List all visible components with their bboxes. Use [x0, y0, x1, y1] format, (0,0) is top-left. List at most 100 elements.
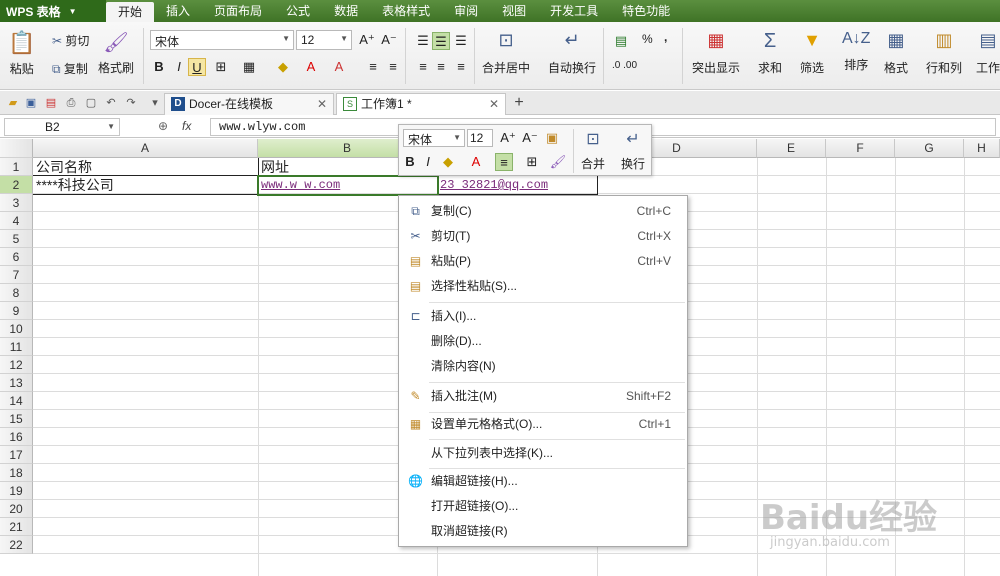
- mini-wrap-button[interactable]: ↵ 换行: [621, 129, 645, 172]
- menu-item-insert[interactable]: ⊏ 插入(I)...: [399, 304, 687, 329]
- format-icon[interactable]: ▣: [543, 129, 561, 147]
- mini-merge-button[interactable]: ⊡ 合并: [581, 129, 605, 172]
- row-header[interactable]: 14: [0, 392, 33, 410]
- row-header[interactable]: 11: [0, 338, 33, 356]
- row-header[interactable]: 3: [0, 194, 33, 212]
- menu-item-open-hyperlink[interactable]: 打开超链接(O)...: [399, 494, 687, 519]
- font-name-select[interactable]: 宋体 ▼: [150, 30, 294, 50]
- close-icon[interactable]: ✕: [317, 94, 327, 114]
- menu-tab-special[interactable]: 特色功能: [610, 0, 682, 22]
- format-button[interactable]: ▦ 格式: [884, 30, 908, 76]
- format-painter-button[interactable]: 🖌 格式刷: [98, 30, 134, 76]
- menu-item-insert-comment[interactable]: ✎ 插入批注(M) Shift+F2: [399, 384, 687, 409]
- undo-icon[interactable]: ↶: [104, 96, 118, 110]
- cell-style-icon[interactable]: ▦: [240, 58, 258, 76]
- align-left-icon[interactable]: ≡: [414, 58, 432, 76]
- menu-tab-table-style[interactable]: 表格样式: [370, 0, 442, 22]
- filter-button[interactable]: ▼ 筛选: [800, 30, 824, 76]
- grow-font-icon[interactable]: A⁺: [358, 31, 376, 49]
- new-tab-icon[interactable]: +: [512, 95, 526, 111]
- row-header[interactable]: 20: [0, 500, 33, 518]
- row-header[interactable]: 1: [0, 158, 33, 176]
- row-header[interactable]: 2: [0, 176, 33, 194]
- grow-font-icon[interactable]: A⁺: [499, 129, 517, 147]
- redo-icon[interactable]: ↷: [124, 96, 138, 110]
- menu-item-pick-from-list[interactable]: 从下拉列表中选择(K)...: [399, 441, 687, 466]
- app-menu-button[interactable]: WPS 表格 ▼: [0, 0, 106, 22]
- row-header[interactable]: 15: [0, 410, 33, 428]
- cell-a1[interactable]: 公司名称: [34, 158, 258, 176]
- row-header[interactable]: 5: [0, 230, 33, 248]
- fx-button[interactable]: fx: [182, 119, 191, 133]
- font-color-icon[interactable]: A: [467, 153, 485, 171]
- font-size-select[interactable]: 12 ▼: [296, 30, 352, 50]
- save-icon[interactable]: ▣: [24, 96, 38, 110]
- align-bottom-icon[interactable]: ☰: [452, 32, 470, 50]
- row-header[interactable]: 12: [0, 356, 33, 374]
- row-header[interactable]: 21: [0, 518, 33, 536]
- shrink-font-icon[interactable]: A⁻: [521, 129, 539, 147]
- comma-button[interactable]: ,: [664, 30, 667, 44]
- increase-decimal-icon[interactable]: .0 .00: [612, 60, 637, 71]
- wrap-text-button[interactable]: ↵ 自动换行: [548, 30, 596, 76]
- number-format-icon[interactable]: ▤: [612, 32, 630, 50]
- menu-item-clear-contents[interactable]: 清除内容(N): [399, 354, 687, 379]
- bold-button[interactable]: B: [150, 58, 168, 76]
- align-top-icon[interactable]: ☰: [414, 32, 432, 50]
- italic-button[interactable]: I: [170, 58, 188, 76]
- align-middle-icon[interactable]: ☰: [432, 32, 450, 50]
- menu-tab-view[interactable]: 视图: [490, 0, 538, 22]
- italic-button[interactable]: I: [419, 153, 437, 171]
- menu-item-edit-hyperlink[interactable]: 🌐 编辑超链接(H)...: [399, 469, 687, 494]
- menu-tab-formulas[interactable]: 公式: [274, 0, 322, 22]
- conditional-format-button[interactable]: ▦ 突出显示: [692, 30, 740, 76]
- menu-tab-developer[interactable]: 开发工具: [538, 0, 610, 22]
- sum-button[interactable]: Σ 求和: [758, 30, 782, 76]
- shrink-font-icon[interactable]: A⁻: [380, 31, 398, 49]
- chevron-down-icon[interactable]: ▾: [148, 96, 162, 110]
- brush-icon[interactable]: 🖌: [549, 153, 567, 171]
- row-header[interactable]: 13: [0, 374, 33, 392]
- menu-item-copy[interactable]: ⧉ 复制(C) Ctrl+C: [399, 199, 687, 224]
- percent-button[interactable]: %: [642, 32, 653, 46]
- mini-font-size-select[interactable]: 12: [467, 129, 493, 147]
- border-icon[interactable]: ⊞: [523, 153, 541, 171]
- column-header[interactable]: E: [757, 139, 826, 158]
- copy-button[interactable]: ⧉ 复制: [52, 60, 88, 77]
- column-header[interactable]: H: [964, 139, 1000, 158]
- tab-workbook[interactable]: S 工作簿1 * ✕: [336, 93, 506, 115]
- print-preview-icon[interactable]: ▢: [84, 96, 98, 110]
- menu-item-paste-special[interactable]: ▤ 选择性粘贴(S)...: [399, 274, 687, 299]
- row-header[interactable]: 22: [0, 536, 33, 554]
- font-color-icon[interactable]: A: [302, 58, 320, 76]
- merge-center-button[interactable]: ⊡ 合并居中: [482, 30, 530, 76]
- menu-tab-page-layout[interactable]: 页面布局: [202, 0, 274, 22]
- underline-button[interactable]: U: [188, 58, 206, 76]
- print-icon[interactable]: ⎙: [64, 96, 78, 110]
- row-header[interactable]: 18: [0, 464, 33, 482]
- row-header[interactable]: 8: [0, 284, 33, 302]
- cell-c2[interactable]: 23 32821@qq.com: [438, 176, 598, 194]
- close-icon[interactable]: ✕: [489, 94, 499, 114]
- border-icon[interactable]: ⊞: [212, 58, 230, 76]
- menu-tab-insert[interactable]: 插入: [154, 0, 202, 22]
- worksheet-button[interactable]: ▤ 工作: [976, 30, 1000, 76]
- bold-button[interactable]: B: [401, 153, 419, 171]
- menu-tab-review[interactable]: 审阅: [442, 0, 490, 22]
- open-folder-icon[interactable]: ▰: [6, 96, 20, 110]
- row-header[interactable]: 16: [0, 428, 33, 446]
- menu-item-delete[interactable]: 删除(D)...: [399, 329, 687, 354]
- fill-color-icon[interactable]: ◆: [439, 153, 457, 171]
- cell-a2[interactable]: ****科技公司: [34, 176, 258, 194]
- column-header[interactable]: A: [33, 139, 258, 158]
- fill-color-icon[interactable]: ◆: [274, 58, 292, 76]
- name-box[interactable]: B2 ▼: [4, 118, 120, 136]
- export-pdf-icon[interactable]: ▤: [44, 96, 58, 110]
- row-header[interactable]: 19: [0, 482, 33, 500]
- row-header[interactable]: 7: [0, 266, 33, 284]
- align-right-icon[interactable]: ≡: [452, 58, 470, 76]
- outdent-icon[interactable]: ≡: [384, 58, 402, 76]
- column-header[interactable]: F: [826, 139, 895, 158]
- paste-button[interactable]: 📋 粘贴: [8, 30, 35, 77]
- tab-docer[interactable]: D Docer-在线模板 ✕: [164, 93, 334, 115]
